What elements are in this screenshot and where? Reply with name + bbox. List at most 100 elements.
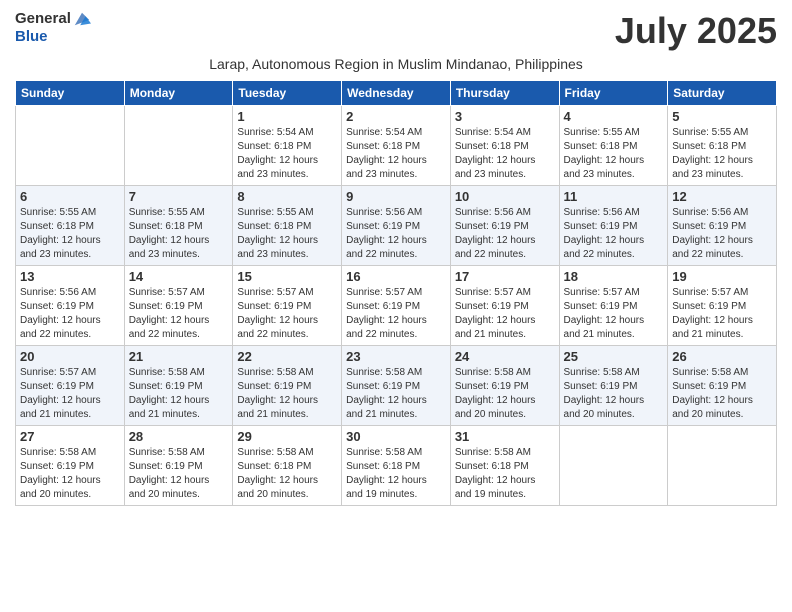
day-info: Sunrise: 5:58 AM Sunset: 6:18 PM Dayligh… (346, 446, 446, 502)
day-number: 12 (672, 189, 772, 204)
col-header-thursday: Thursday (450, 81, 559, 106)
day-info: Sunrise: 5:54 AM Sunset: 6:18 PM Dayligh… (237, 126, 337, 182)
calendar-cell: 15 Sunrise: 5:57 AM Sunset: 6:19 PM Dayli… (233, 266, 342, 346)
day-number: 16 (346, 269, 446, 284)
day-number: 7 (129, 189, 229, 204)
day-info: Sunrise: 5:58 AM Sunset: 6:19 PM Dayligh… (564, 366, 664, 422)
day-number: 18 (564, 269, 664, 284)
calendar-week-2: 6 Sunrise: 5:55 AM Sunset: 6:18 PM Daylig… (16, 186, 777, 266)
calendar-week-5: 27 Sunrise: 5:58 AM Sunset: 6:19 PM Dayli… (16, 426, 777, 506)
day-number: 9 (346, 189, 446, 204)
calendar-cell: 16 Sunrise: 5:57 AM Sunset: 6:19 PM Dayli… (342, 266, 451, 346)
day-info: Sunrise: 5:57 AM Sunset: 6:19 PM Dayligh… (129, 286, 229, 342)
col-header-friday: Friday (559, 81, 668, 106)
calendar-cell: 24Sunrise: 5:58 AM Sunset: 6:19 PM Dayli… (450, 346, 559, 426)
day-info: Sunrise: 5:56 AM Sunset: 6:19 PM Dayligh… (20, 286, 120, 342)
day-number: 2 (346, 109, 446, 124)
day-info: Sunrise: 5:56 AM Sunset: 6:19 PM Dayligh… (564, 206, 664, 262)
day-number: 3 (455, 109, 555, 124)
calendar-cell (559, 426, 668, 506)
calendar-cell (16, 106, 125, 186)
day-info: Sunrise: 5:56 AM Sunset: 6:19 PM Dayligh… (455, 206, 555, 262)
calendar-cell (124, 106, 233, 186)
calendar-cell (668, 426, 777, 506)
calendar-cell: 28 Sunrise: 5:58 AM Sunset: 6:19 PM Dayli… (124, 426, 233, 506)
title-section: July 2025 (615, 10, 777, 52)
calendar-cell: 6 Sunrise: 5:55 AM Sunset: 6:18 PM Daylig… (16, 186, 125, 266)
day-info: Sunrise: 5:57 AM Sunset: 6:19 PM Dayligh… (455, 286, 555, 342)
day-number: 1 (237, 109, 337, 124)
day-info: Sunrise: 5:57 AM Sunset: 6:19 PM Dayligh… (346, 286, 446, 342)
col-header-sunday: Sunday (16, 81, 125, 106)
calendar-cell: 20Sunrise: 5:57 AM Sunset: 6:19 PM Dayli… (16, 346, 125, 426)
day-info: Sunrise: 5:58 AM Sunset: 6:19 PM Dayligh… (455, 366, 555, 422)
day-number: 21 (129, 349, 229, 364)
calendar-cell: 17Sunrise: 5:57 AM Sunset: 6:19 PM Dayli… (450, 266, 559, 346)
logo-blue: Blue (15, 28, 48, 45)
calendar-cell: 2 Sunrise: 5:54 AM Sunset: 6:18 PM Daylig… (342, 106, 451, 186)
calendar-cell: 3Sunrise: 5:54 AM Sunset: 6:18 PM Daylig… (450, 106, 559, 186)
day-info: Sunrise: 5:56 AM Sunset: 6:19 PM Dayligh… (346, 206, 446, 262)
day-number: 20 (20, 349, 120, 364)
day-number: 8 (237, 189, 337, 204)
calendar-cell: 29 Sunrise: 5:58 AM Sunset: 6:18 PM Dayli… (233, 426, 342, 506)
logo: General Blue (15, 10, 91, 46)
calendar-cell: 11 Sunrise: 5:56 AM Sunset: 6:19 PM Dayli… (559, 186, 668, 266)
day-number: 11 (564, 189, 664, 204)
calendar-cell: 18Sunrise: 5:57 AM Sunset: 6:19 PM Dayli… (559, 266, 668, 346)
calendar-cell: 4 Sunrise: 5:55 AM Sunset: 6:18 PM Daylig… (559, 106, 668, 186)
calendar-table: SundayMondayTuesdayWednesdayThursdayFrid… (15, 80, 777, 506)
calendar-cell: 7 Sunrise: 5:55 AM Sunset: 6:18 PM Daylig… (124, 186, 233, 266)
logo-general: General (15, 10, 71, 28)
calendar-cell: 30Sunrise: 5:58 AM Sunset: 6:18 PM Dayli… (342, 426, 451, 506)
calendar-week-3: 13 Sunrise: 5:56 AM Sunset: 6:19 PM Dayli… (16, 266, 777, 346)
location-subtitle: Larap, Autonomous Region in Muslim Minda… (15, 56, 777, 72)
day-info: Sunrise: 5:55 AM Sunset: 6:18 PM Dayligh… (129, 206, 229, 262)
day-number: 15 (237, 269, 337, 284)
calendar-cell: 31Sunrise: 5:58 AM Sunset: 6:18 PM Dayli… (450, 426, 559, 506)
day-number: 28 (129, 429, 229, 444)
calendar-cell: 22 Sunrise: 5:58 AM Sunset: 6:19 PM Dayli… (233, 346, 342, 426)
day-number: 25 (564, 349, 664, 364)
day-info: Sunrise: 5:58 AM Sunset: 6:18 PM Dayligh… (455, 446, 555, 502)
day-number: 23 (346, 349, 446, 364)
logo-icon (73, 10, 91, 28)
day-info: Sunrise: 5:54 AM Sunset: 6:18 PM Dayligh… (346, 126, 446, 182)
calendar-header-row: SundayMondayTuesdayWednesdayThursdayFrid… (16, 81, 777, 106)
day-number: 22 (237, 349, 337, 364)
month-year-title: July 2025 (615, 10, 777, 52)
day-number: 27 (20, 429, 120, 444)
col-header-tuesday: Tuesday (233, 81, 342, 106)
day-info: Sunrise: 5:55 AM Sunset: 6:18 PM Dayligh… (20, 206, 120, 262)
calendar-cell: 19 Sunrise: 5:57 AM Sunset: 6:19 PM Dayli… (668, 266, 777, 346)
day-info: Sunrise: 5:58 AM Sunset: 6:19 PM Dayligh… (129, 446, 229, 502)
day-number: 29 (237, 429, 337, 444)
calendar-cell: 13 Sunrise: 5:56 AM Sunset: 6:19 PM Dayli… (16, 266, 125, 346)
day-info: Sunrise: 5:58 AM Sunset: 6:18 PM Dayligh… (237, 446, 337, 502)
calendar-cell: 27Sunrise: 5:58 AM Sunset: 6:19 PM Dayli… (16, 426, 125, 506)
calendar-cell: 26Sunrise: 5:58 AM Sunset: 6:19 PM Dayli… (668, 346, 777, 426)
day-number: 26 (672, 349, 772, 364)
day-info: Sunrise: 5:57 AM Sunset: 6:19 PM Dayligh… (672, 286, 772, 342)
calendar-cell: 5 Sunrise: 5:55 AM Sunset: 6:18 PM Daylig… (668, 106, 777, 186)
day-number: 14 (129, 269, 229, 284)
day-number: 19 (672, 269, 772, 284)
day-info: Sunrise: 5:58 AM Sunset: 6:19 PM Dayligh… (129, 366, 229, 422)
day-number: 4 (564, 109, 664, 124)
col-header-monday: Monday (124, 81, 233, 106)
day-number: 13 (20, 269, 120, 284)
calendar-cell: 10Sunrise: 5:56 AM Sunset: 6:19 PM Dayli… (450, 186, 559, 266)
day-info: Sunrise: 5:57 AM Sunset: 6:19 PM Dayligh… (237, 286, 337, 342)
day-info: Sunrise: 5:55 AM Sunset: 6:18 PM Dayligh… (237, 206, 337, 262)
page-header: General Blue July 2025 (15, 10, 777, 52)
calendar-cell: 1 Sunrise: 5:54 AM Sunset: 6:18 PM Daylig… (233, 106, 342, 186)
day-number: 6 (20, 189, 120, 204)
day-info: Sunrise: 5:55 AM Sunset: 6:18 PM Dayligh… (672, 126, 772, 182)
day-info: Sunrise: 5:55 AM Sunset: 6:18 PM Dayligh… (564, 126, 664, 182)
calendar-week-1: 1 Sunrise: 5:54 AM Sunset: 6:18 PM Daylig… (16, 106, 777, 186)
calendar-cell: 21 Sunrise: 5:58 AM Sunset: 6:19 PM Dayli… (124, 346, 233, 426)
calendar-week-4: 20Sunrise: 5:57 AM Sunset: 6:19 PM Dayli… (16, 346, 777, 426)
day-info: Sunrise: 5:58 AM Sunset: 6:19 PM Dayligh… (237, 366, 337, 422)
day-number: 5 (672, 109, 772, 124)
calendar-cell: 12Sunrise: 5:56 AM Sunset: 6:19 PM Dayli… (668, 186, 777, 266)
